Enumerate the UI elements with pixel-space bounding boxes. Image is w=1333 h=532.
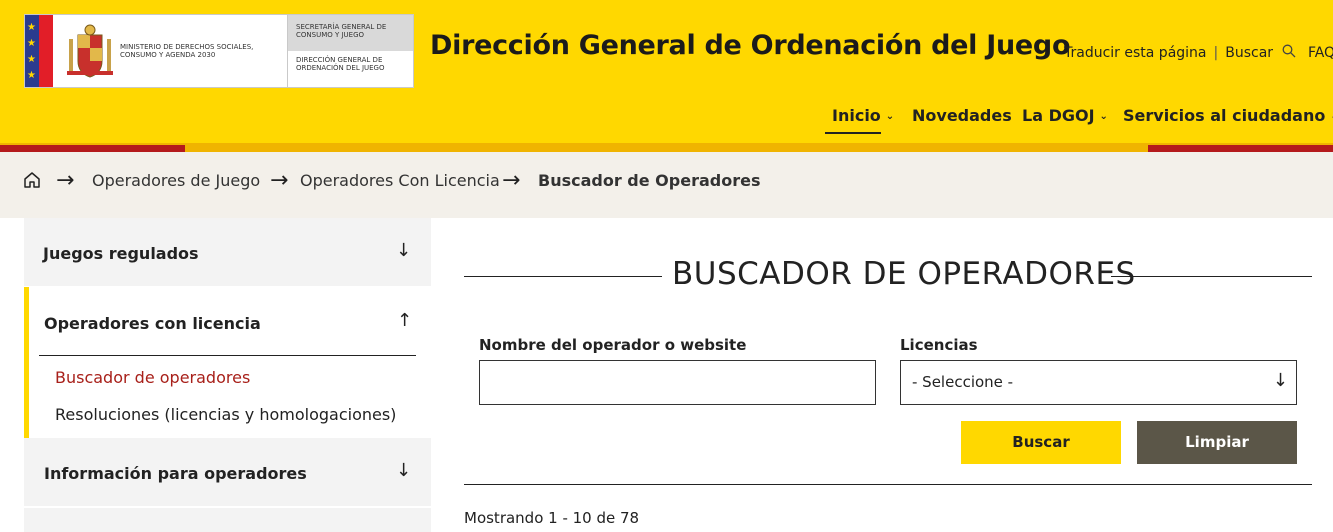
licencias-label: Licencias — [900, 336, 978, 354]
limpiar-button[interactable]: Limpiar — [1137, 421, 1297, 464]
header-stripe-red-right — [1148, 145, 1333, 152]
page-title-block: BUSCADOR DE OPERADORES — [464, 256, 1312, 296]
sidebar-section-label: Información para operadores — [44, 464, 307, 483]
sidebar-section-label[interactable]: Operadores con licencia — [44, 314, 261, 333]
chevron-down-icon: ⌄ — [1099, 111, 1108, 122]
home-icon[interactable] — [23, 171, 41, 193]
operator-label: Nombre del operador o website — [479, 336, 747, 354]
search-link[interactable]: Buscar — [1225, 45, 1273, 61]
faq-link[interactable]: FAQ — [1308, 45, 1333, 61]
sidebar-divider — [39, 355, 416, 356]
arrow-down-icon: ↓ — [396, 460, 412, 481]
site-title[interactable]: Dirección General de Ordenación del Jueg… — [430, 30, 1071, 61]
nav-item-servicios[interactable]: Servicios al ciudadano⌄ — [1123, 106, 1333, 125]
secretaria-name: SECRETARÍA GENERAL DE CONSUMO Y JUEGO — [296, 23, 387, 39]
arrow-up-icon[interactable]: ↑ — [397, 310, 412, 331]
results-count: Mostrando 1 - 10 de 78 — [464, 509, 640, 527]
buscar-button[interactable]: Buscar — [961, 421, 1121, 464]
top-links-separator: | — [1213, 45, 1219, 61]
nav-item-label: Servicios al ciudadano — [1123, 106, 1326, 125]
sidebar-section-label: Juegos regulados — [43, 244, 199, 263]
chevron-down-icon: ⌄ — [885, 111, 895, 122]
arrow-right-icon: → — [270, 168, 289, 193]
arrow-right-icon: → — [502, 168, 521, 193]
arrow-right-icon: → — [56, 168, 75, 193]
nav-item-label: Novedades — [912, 106, 1012, 125]
government-logo[interactable]: ★ ★ ★ ★ MINISTERIO DE DERECHOS SOCIALES,… — [24, 14, 414, 88]
nav-item-label: Inicio — [832, 106, 881, 125]
nav-item-la-dgoj[interactable]: La DGOJ ⌄ — [1022, 106, 1108, 125]
sidebar-section-informacion[interactable]: Información para operadores ↓ — [24, 438, 431, 506]
page-title: BUSCADOR DE OPERADORES — [672, 256, 1136, 292]
nav-item-inicio[interactable]: Inicio ⌄ — [832, 106, 894, 125]
results-divider — [464, 484, 1312, 485]
nav-active-underline — [825, 132, 881, 134]
breadcrumb-item[interactable]: Operadores Con Licencia — [300, 171, 500, 190]
eu-flag-icon: ★ ★ ★ ★ — [25, 15, 53, 87]
title-rule-left — [464, 276, 662, 277]
sidebar-item-buscador[interactable]: Buscador de operadores — [55, 368, 250, 387]
breadcrumb-current: Buscador de Operadores — [538, 171, 761, 190]
arrow-down-icon: ↓ — [1272, 370, 1288, 391]
header-stripe-red-left — [0, 145, 185, 152]
top-links: Traducir esta página | Buscar FAQ — [1064, 43, 1333, 61]
licencias-select[interactable]: - Seleccione - ↓ — [900, 360, 1297, 405]
operator-search-input[interactable] — [479, 360, 876, 405]
title-rule-right — [1111, 276, 1312, 277]
nav-item-label: La DGOJ — [1022, 106, 1095, 125]
header-stripe — [0, 143, 1333, 152]
nav-item-novedades[interactable]: Novedades — [912, 106, 1012, 125]
breadcrumb-item[interactable]: Operadores de Juego — [92, 171, 260, 190]
arrow-down-icon: ↓ — [396, 240, 412, 261]
translate-link[interactable]: Traducir esta página — [1064, 45, 1207, 61]
direccion-name: DIRECCIÓN GENERAL DE ORDENACIÓN DEL JUEG… — [296, 56, 385, 72]
coat-of-arms-icon — [67, 24, 113, 78]
search-icon[interactable] — [1282, 43, 1296, 61]
sidebar-section-next[interactable] — [24, 508, 431, 532]
sidebar-section-juegos[interactable]: Juegos regulados ↓ — [24, 218, 431, 286]
sidebar-active-indicator — [24, 287, 29, 438]
licencias-selected-value: - Seleccione - — [912, 373, 1014, 391]
sidebar-item-resoluciones[interactable]: Resoluciones (licencias y homologaciones… — [55, 405, 396, 424]
ministry-name: MINISTERIO DE DERECHOS SOCIALES, CONSUMO… — [120, 43, 254, 59]
